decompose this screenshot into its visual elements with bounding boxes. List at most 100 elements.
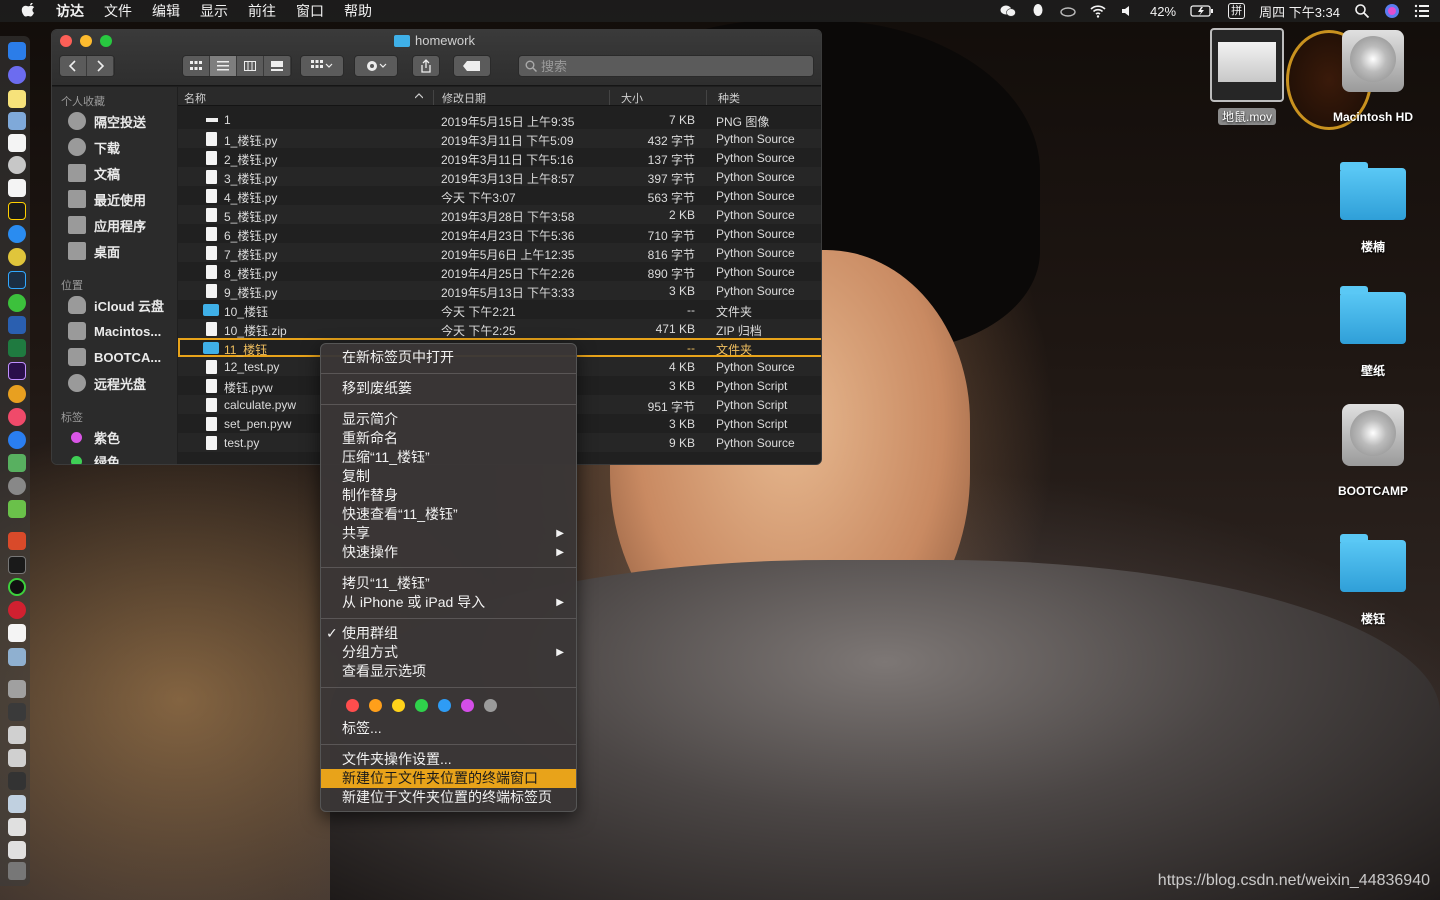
calendar-dock-icon[interactable] — [8, 134, 26, 152]
trash-dock-icon[interactable] — [8, 862, 26, 880]
back-button[interactable] — [60, 56, 87, 76]
forward-button[interactable] — [87, 56, 114, 76]
stack3-dock-icon[interactable] — [8, 749, 26, 767]
stack2-dock-icon[interactable] — [8, 726, 26, 744]
menu-new-terminal-window[interactable]: 新建位于文件夹位置的终端窗口 — [321, 769, 576, 788]
menu-window[interactable]: 窗口 — [296, 1, 324, 21]
sidebar-item-icloud[interactable]: iCloud 云盘 — [68, 294, 164, 316]
share-button[interactable] — [412, 55, 440, 77]
siri-dock-icon[interactable] — [8, 66, 26, 84]
sidebar-item-documents[interactable]: 文稿 — [68, 162, 120, 184]
menu-folder-actions[interactable]: 文件夹操作设置... — [321, 750, 576, 769]
spider-dock-icon[interactable] — [8, 601, 26, 619]
qq-dock-icon[interactable] — [8, 202, 26, 220]
qt-dock-icon[interactable] — [8, 500, 26, 518]
sidebar-item-recents[interactable]: 最近使用 — [68, 188, 146, 210]
menu-share[interactable]: 共享 ▶ — [321, 524, 576, 543]
siri-icon[interactable] — [1384, 3, 1400, 19]
menu-view-options[interactable]: 查看显示选项 — [321, 662, 576, 681]
system-preferences-dock-icon[interactable] — [8, 477, 26, 495]
premiere-dock-icon[interactable] — [8, 362, 26, 380]
menu-quick-look[interactable]: 快速查看“11_楼钰” — [321, 505, 576, 524]
notes-dock-icon[interactable] — [8, 90, 26, 108]
desktop-folder-louyu[interactable]: 楼钰 — [1313, 534, 1433, 627]
input-method[interactable]: 拼 — [1228, 3, 1246, 19]
desktop-bootcamp[interactable]: BOOTCAMP — [1313, 404, 1433, 498]
photos-dock-icon[interactable] — [8, 385, 26, 403]
menu-finder[interactable]: 访达 — [56, 1, 84, 21]
action-button[interactable] — [354, 55, 398, 77]
menu-edit[interactable]: 编辑 — [152, 1, 180, 21]
column-name[interactable]: 名称 — [184, 90, 206, 106]
menu-move-to-trash[interactable]: 移到废纸篓 — [321, 379, 576, 398]
column-date[interactable]: 修改日期 — [442, 90, 486, 106]
sidebar-item-downloads[interactable]: 下载 — [68, 136, 120, 158]
menu-import-from-iphone[interactable]: 从 iPhone 或 iPad 导入 ▶ — [321, 593, 576, 612]
sidebar-item-macintosh[interactable]: Macintos... — [68, 320, 161, 342]
file-row[interactable]: 10_楼钰.zip 今天 下午2:25 471 KB ZIP 归档 — [178, 319, 821, 338]
sidebar-item-airdrop[interactable]: 隔空投送 — [68, 110, 146, 132]
music-dock-icon[interactable] — [8, 408, 26, 426]
menu-open-in-new-tab[interactable]: 在新标签页中打开 — [321, 348, 576, 367]
tag-button[interactable] — [453, 55, 491, 77]
stack-dock-icon[interactable] — [8, 703, 26, 721]
finder-dock-icon[interactable] — [8, 42, 26, 60]
creative-cloud-dock-icon[interactable] — [8, 431, 26, 449]
menubar-clock[interactable]: 周四 下午3:34 — [1259, 2, 1340, 21]
menu-new-terminal-tab[interactable]: 新建位于文件夹位置的终端标签页 — [321, 788, 576, 807]
stack5-dock-icon[interactable] — [8, 795, 26, 813]
column-size[interactable]: 大小 — [621, 90, 643, 106]
chrome-dock-icon[interactable] — [8, 248, 26, 266]
apple-icon[interactable] — [20, 3, 38, 19]
menu-view[interactable]: 显示 — [200, 1, 228, 21]
photoshop-dock-icon[interactable] — [8, 271, 26, 289]
file-row[interactable]: 5_楼钰.py 2019年3月28日 下午3:58 2 KB Python Sourc… — [178, 205, 821, 224]
desktop-folder-wallpaper[interactable]: 壁纸 — [1313, 286, 1433, 379]
menu-duplicate[interactable]: 复制 — [321, 467, 576, 486]
maps-dock-icon[interactable] — [8, 454, 26, 472]
menu-group-by[interactable]: 分组方式 ▶ — [321, 643, 576, 662]
sidebar-item-remote-disc[interactable]: 远程光盘 — [68, 372, 146, 394]
gallery-view-button[interactable] — [264, 56, 291, 76]
search-field[interactable] — [518, 55, 814, 77]
powerpoint-dock-icon[interactable] — [8, 532, 26, 550]
icon-view-button[interactable] — [183, 56, 210, 76]
file-row[interactable]: 7_楼钰.py 2019年5月6日 上午12:35 816 字节 Python Sou… — [178, 243, 821, 262]
tag-color-dot[interactable] — [392, 699, 405, 712]
file-row[interactable]: 3_楼钰.py 2019年3月13日 上午8:57 397 字节 Python Sou… — [178, 167, 821, 186]
spotlight-search-icon[interactable] — [1354, 3, 1370, 19]
minimize-button[interactable] — [80, 35, 92, 47]
terminal-dock-icon[interactable] — [8, 556, 26, 574]
column-kind[interactable]: 种类 — [718, 90, 740, 106]
preview-dock-icon[interactable] — [8, 112, 26, 130]
sidebar-item-tag-purple[interactable]: 紫色 — [68, 426, 120, 448]
tag-color-dot[interactable] — [415, 699, 428, 712]
group-button[interactable] — [300, 55, 344, 77]
menu-go[interactable]: 前往 — [248, 1, 276, 21]
textedit-dock-icon[interactable] — [8, 179, 26, 197]
menu-tags[interactable]: 标签... — [321, 719, 576, 738]
search-input[interactable] — [541, 58, 781, 74]
menu-copy[interactable]: 拷贝“11_楼钰” — [321, 574, 576, 593]
volume-icon[interactable] — [1120, 3, 1136, 19]
excel-dock-icon[interactable] — [8, 339, 26, 357]
file-row[interactable]: 4_楼钰.py 今天 下午3:07 563 字节 Python Source — [178, 186, 821, 205]
tag-color-dot[interactable] — [438, 699, 451, 712]
wechat-icon[interactable] — [1000, 3, 1016, 19]
menu-use-groups[interactable]: ✓ 使用群组 — [321, 624, 576, 643]
sidebar-item-bootcamp[interactable]: BOOTCA... — [68, 346, 161, 368]
stack6-dock-icon[interactable] — [8, 818, 26, 836]
downloads-dock-icon[interactable] — [8, 680, 26, 698]
tag-color-dot[interactable] — [461, 699, 474, 712]
menu-quick-actions[interactable]: 快速操作 ▶ — [321, 543, 576, 562]
column-view-button[interactable] — [237, 56, 264, 76]
menu-rename[interactable]: 重新命名 — [321, 429, 576, 448]
wechat-dock-icon[interactable] — [8, 294, 26, 312]
menu-help[interactable]: 帮助 — [344, 1, 372, 21]
list-view-button[interactable] — [210, 56, 237, 76]
menu-file[interactable]: 文件 — [104, 1, 132, 21]
screenshot-dock-icon[interactable] — [8, 648, 26, 666]
desktop-folder-lounan[interactable]: 楼楠 — [1313, 162, 1433, 255]
menu-get-info[interactable]: 显示简介 — [321, 410, 576, 429]
file-row[interactable]: 9_楼钰.py 2019年5月13日 下午3:33 3 KB Python Sourc… — [178, 281, 821, 300]
